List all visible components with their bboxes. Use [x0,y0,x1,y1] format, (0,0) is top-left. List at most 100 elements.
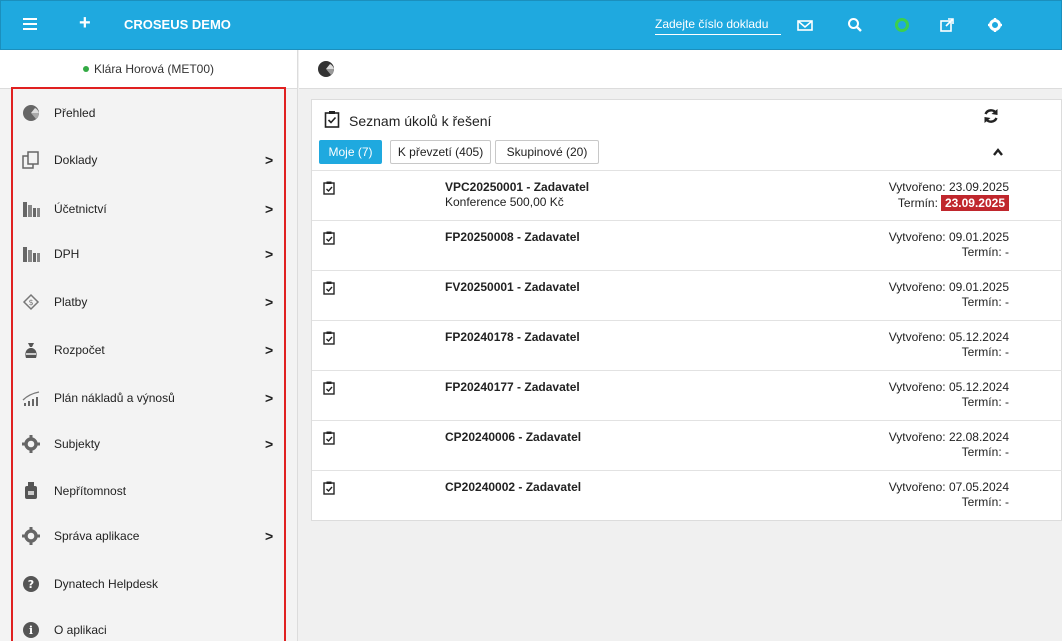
plan-chart-icon [22,391,40,406]
sidebar-item-label: Účetnictví [54,202,107,216]
task-deadline: Termín: - [962,495,1009,509]
deadline-value: - [1005,295,1009,309]
absence-icon [25,482,37,499]
sidebar-item-doklady[interactable]: Doklady > [10,140,280,180]
sidebar-item-label: O aplikaci [54,623,107,637]
info-icon: i [23,622,39,638]
task-name[interactable]: VPC20250001 - Zadavatel [445,180,589,194]
sidebar-item-label: Dynatech Helpdesk [54,577,159,591]
chevron-right-icon: > [265,294,274,310]
task-name[interactable]: FP20250008 - Zadavatel [445,230,580,244]
task-name[interactable]: FP20240178 - Zadavatel [445,330,580,344]
task-deadline: Termín: - [962,345,1009,359]
chevron-right-icon: > [265,201,274,217]
sidebar-item-prehled[interactable]: Přehled [10,93,280,133]
task-created-date: Vytvořeno: 05.12.2024 [888,330,1009,344]
sidebar-item-ucetnictvi[interactable]: Účetnictví > [10,189,280,229]
accounting-icon [23,202,40,217]
sidebar-item-label: DPH [54,247,80,261]
document-number-input[interactable]: Zadejte číslo dokladu [655,15,781,35]
task-name[interactable]: CP20240002 - Zadavatel [445,480,581,494]
sidebar-item-o-aplikaci[interactable]: i O aplikaci [10,610,280,641]
user-name: Klára Horová (MET00) [93,62,215,76]
deadline-value: - [1005,245,1009,259]
sidebar: Klára Horová (MET00) Přehled Doklady > Ú… [0,50,298,641]
sidebar-item-platby[interactable]: $ Platby > [10,282,280,322]
deadline-value: - [1005,495,1009,509]
task-created-date: Vytvořeno: 23.09.2025 [888,180,1009,194]
deadline-value: - [1005,395,1009,409]
clipboard-check-icon [323,431,335,445]
task-row[interactable]: FP20240178 - Zadavatel Vytvořeno: 05.12.2… [312,320,1062,370]
deadline-label: Termín: [961,495,1002,509]
add-icon[interactable]: + [79,13,91,33]
online-status-icon [82,66,89,72]
task-deadline: Termín: 23.09.2025 [898,195,1009,211]
budget-icon [25,343,37,358]
external-link-icon[interactable] [938,16,956,34]
task-row[interactable]: FP20250008 - Zadavatel Vytvořeno: 09.01.2… [312,220,1062,270]
vat-icon [23,247,40,262]
refresh-icon[interactable] [982,107,1000,125]
task-created-date: Vytvořeno: 22.08.2024 [888,430,1009,444]
task-deadline: Termín: - [962,445,1009,459]
task-name[interactable]: CP20240006 - Zadavatel [445,430,581,444]
sidebar-item-subjekty[interactable]: Subjekty > [10,424,280,464]
deadline-value: - [1005,445,1009,459]
clipboard-check-icon [323,481,335,495]
sidebar-item-dph[interactable]: DPH > [10,234,280,274]
svg-text:i: i [29,624,33,637]
task-deadline: Termín: - [962,395,1009,409]
dashboard-icon[interactable] [316,59,336,79]
search-icon[interactable] [846,16,864,34]
task-row[interactable]: CP20240006 - Zadavatel Vytvořeno: 22.08.2… [312,420,1062,470]
sidebar-item-label: Subjekty [54,437,101,451]
chevron-right-icon: > [265,246,274,262]
dashboard-icon [23,105,39,121]
overdue-deadline-badge: 23.09.2025 [940,195,1009,211]
menu-icon[interactable] [23,18,37,32]
sidebar-item-sprava-aplikace[interactable]: Správa aplikace > [10,516,280,556]
sidebar-item-helpdesk[interactable]: ? Dynatech Helpdesk [10,564,280,604]
sidebar-item-label: Rozpočet [54,343,105,357]
app-title[interactable]: CROSEUS DEMO [124,17,231,32]
task-row[interactable]: FP20240177 - Zadavatel Vytvořeno: 05.12.2… [312,370,1062,420]
sidebar-item-nepritomnost[interactable]: Nepřítomnost [10,471,280,511]
task-created-date: Vytvořeno: 05.12.2024 [888,380,1009,394]
user-info[interactable]: Klára Horová (MET00) [0,50,297,89]
gear-icon [22,435,40,453]
tab-skupinove[interactable]: Skupinové (20) [495,140,599,164]
clipboard-check-icon [323,381,335,395]
task-description: Konference 500,00 Kč [445,195,564,209]
task-row[interactable]: FV20250001 - Zadavatel Vytvořeno: 09.01.2… [312,270,1062,320]
chevron-up-icon[interactable] [992,147,1004,157]
sidebar-item-label: Nepřítomnost [54,484,127,498]
gear-icon [22,527,40,545]
mail-icon[interactable] [796,16,814,34]
task-name[interactable]: FP20240177 - Zadavatel [445,380,580,394]
task-list-panel: Seznam úkolů k řešení Moje (7) K převzet… [311,99,1062,521]
tab-k-prevzeti[interactable]: K převzetí (405) [390,140,491,164]
deadline-value: - [1005,345,1009,359]
task-row[interactable]: CP20240002 - Zadavatel Vytvořeno: 07.05.2… [312,470,1062,520]
deadline-label: Termín: [961,395,1002,409]
settings-icon[interactable] [986,16,1004,34]
clipboard-check-icon [323,181,335,195]
sidebar-item-label: Správa aplikace [54,529,140,543]
status-indicator-icon[interactable] [893,16,911,34]
task-name[interactable]: FV20250001 - Zadavatel [445,280,580,294]
deadline-label: Termín: [961,445,1002,459]
sidebar-item-rozpocet[interactable]: Rozpočet > [10,330,280,370]
panel-title-text: Seznam úkolů k řešení [349,113,492,129]
payments-icon: $ [22,293,40,311]
chevron-right-icon: > [265,342,274,358]
clipboard-check-icon [323,231,335,245]
task-row[interactable]: VPC20250001 - Zadavatel Konference 500,00… [312,170,1062,220]
sidebar-item-label: Přehled [54,106,96,120]
sidebar-item-plan-nakladu[interactable]: Plán nákladů a výnosů > [10,378,280,418]
tab-moje[interactable]: Moje (7) [319,140,382,164]
svg-text:$: $ [28,298,33,307]
task-created-date: Vytvořeno: 07.05.2024 [888,480,1009,494]
chevron-right-icon: > [265,152,274,168]
deadline-label: Termín: [961,345,1002,359]
